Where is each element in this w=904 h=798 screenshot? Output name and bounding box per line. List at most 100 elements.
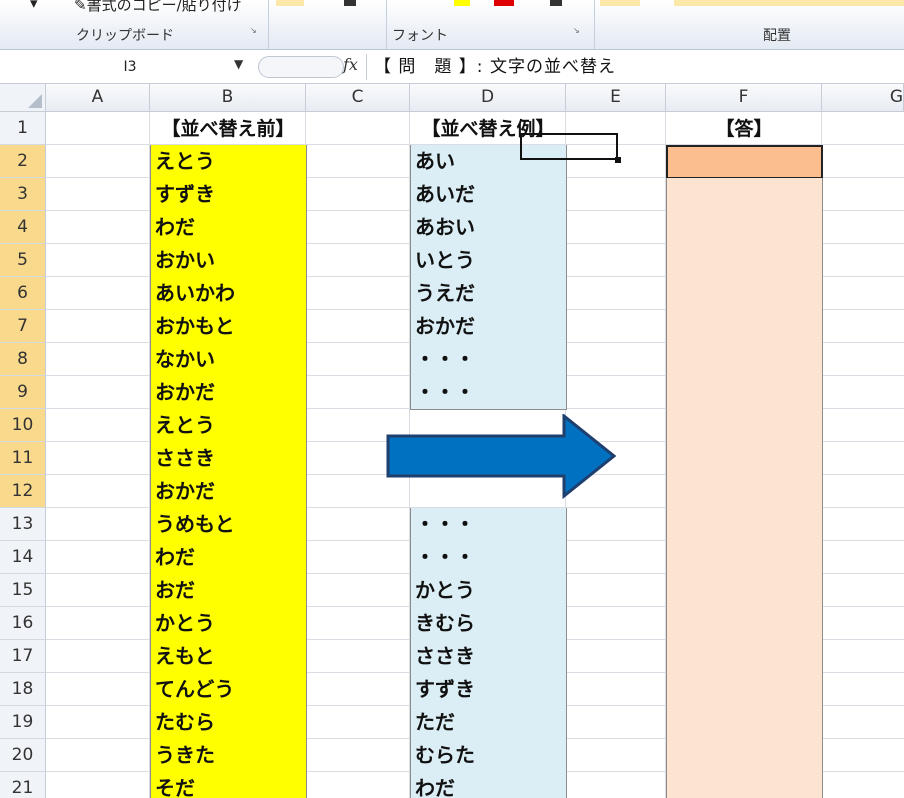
right-arrow-shape[interactable]: [386, 414, 618, 500]
clipboard-launcher-icon[interactable]: ↘: [250, 27, 259, 36]
cell-d19[interactable]: ただ: [410, 706, 567, 740]
cell-b19[interactable]: たむら: [150, 706, 307, 740]
row-header-20[interactable]: 20: [0, 739, 46, 772]
cell-b13[interactable]: うめもと: [150, 508, 307, 542]
cell-b17[interactable]: えもと: [150, 640, 307, 674]
row-header-12[interactable]: 12: [0, 475, 46, 508]
formula-input[interactable]: 【 問 題 】: 文字の並べ替え: [374, 55, 616, 79]
bold-button-stub[interactable]: [344, 0, 356, 6]
column-header-b[interactable]: B: [150, 84, 306, 112]
cell-f6[interactable]: [666, 277, 823, 311]
dropdown-arrow-icon[interactable]: ▾: [30, 0, 38, 12]
header-answer[interactable]: 【答】: [666, 114, 822, 141]
select-all-corner[interactable]: [0, 84, 46, 112]
cell-d6[interactable]: うえだ: [410, 277, 567, 311]
cell-f8[interactable]: [666, 343, 823, 377]
cell-f9[interactable]: [666, 376, 823, 410]
cell-b15[interactable]: おだ: [150, 574, 307, 608]
cell-f19[interactable]: [666, 706, 823, 740]
cell-b5[interactable]: おかい: [150, 244, 307, 278]
cell-f17[interactable]: [666, 640, 823, 674]
row-header-14[interactable]: 14: [0, 541, 46, 574]
cell-b2[interactable]: えとう: [150, 145, 307, 179]
cell-b12[interactable]: おかだ: [150, 475, 307, 509]
cell-b3[interactable]: すずき: [150, 178, 307, 212]
name-box-dropdown-icon[interactable]: ▼: [234, 57, 243, 71]
row-header-1[interactable]: 1: [0, 112, 46, 145]
column-header-e[interactable]: E: [566, 84, 666, 112]
cell-f3[interactable]: [666, 178, 823, 212]
column-header-a[interactable]: A: [46, 84, 150, 112]
row-header-7[interactable]: 7: [0, 310, 46, 343]
cell-d16[interactable]: きむら: [410, 607, 567, 641]
cell-f15[interactable]: [666, 574, 823, 608]
cell-d3[interactable]: あいだ: [410, 178, 567, 212]
column-header-d[interactable]: D: [410, 84, 566, 112]
row-header-13[interactable]: 13: [0, 508, 46, 541]
cell-f21[interactable]: [666, 772, 823, 798]
cell-f14[interactable]: [666, 541, 823, 575]
cell-f2[interactable]: [666, 145, 823, 179]
name-box[interactable]: I3: [4, 55, 256, 79]
cell-b21[interactable]: そだ: [150, 772, 307, 798]
cell-b6[interactable]: あいかわ: [150, 277, 307, 311]
cell-f16[interactable]: [666, 607, 823, 641]
row-header-17[interactable]: 17: [0, 640, 46, 673]
cell-f20[interactable]: [666, 739, 823, 773]
cell-b20[interactable]: うきた: [150, 739, 307, 773]
row-header-10[interactable]: 10: [0, 409, 46, 442]
cell-f5[interactable]: [666, 244, 823, 278]
row-header-2[interactable]: 2: [0, 145, 46, 178]
cell-d14[interactable]: ・・・: [410, 541, 567, 575]
row-header-19[interactable]: 19: [0, 706, 46, 739]
row-header-16[interactable]: 16: [0, 607, 46, 640]
row-header-3[interactable]: 3: [0, 178, 46, 211]
cell-b4[interactable]: わだ: [150, 211, 307, 245]
cell-b7[interactable]: おかもと: [150, 310, 307, 344]
column-header-f[interactable]: F: [666, 84, 822, 112]
cell-f4[interactable]: [666, 211, 823, 245]
cell-f13[interactable]: [666, 508, 823, 542]
cell-f10[interactable]: [666, 409, 823, 443]
row-header-8[interactable]: 8: [0, 343, 46, 376]
merge-center-button-stub[interactable]: [674, 0, 904, 6]
cell-d17[interactable]: ささき: [410, 640, 567, 674]
align-button-stub[interactable]: [600, 0, 640, 6]
cell-d15[interactable]: かとう: [410, 574, 567, 608]
cell-f11[interactable]: [666, 442, 823, 476]
row-header-15[interactable]: 15: [0, 574, 46, 607]
fill-handle[interactable]: [615, 157, 621, 163]
cell-f12[interactable]: [666, 475, 823, 509]
cell-b10[interactable]: えとう: [150, 409, 307, 443]
function-icon[interactable]: fx: [343, 55, 358, 74]
row-header-9[interactable]: 9: [0, 376, 46, 409]
cell-d9[interactable]: ・・・: [410, 376, 567, 410]
column-header-c[interactable]: C: [306, 84, 410, 112]
font-color-icon[interactable]: [494, 0, 514, 6]
row-header-18[interactable]: 18: [0, 673, 46, 706]
cell-f18[interactable]: [666, 673, 823, 707]
cell-b9[interactable]: おかだ: [150, 376, 307, 410]
header-before-sort[interactable]: 【並べ替え前】: [150, 114, 306, 141]
font-launcher-icon[interactable]: ↘: [573, 27, 582, 36]
font-button-stub[interactable]: [276, 0, 304, 6]
highlight-color-icon[interactable]: [454, 0, 470, 6]
cell-b16[interactable]: かとう: [150, 607, 307, 641]
cell-d18[interactable]: すずき: [410, 673, 567, 707]
cell-b18[interactable]: てんどう: [150, 673, 307, 707]
row-header-4[interactable]: 4: [0, 211, 46, 244]
cell-d8[interactable]: ・・・: [410, 343, 567, 377]
worksheet-grid[interactable]: A B C D E F G 1 2 3 4 5 6 7 8 9 10 11 12 13 14 15 16 17 1…: [0, 84, 904, 798]
selection-rectangle[interactable]: [520, 133, 618, 160]
cell-b8[interactable]: なかい: [150, 343, 307, 377]
cell-d4[interactable]: あおい: [410, 211, 567, 245]
cell-d7[interactable]: おかだ: [410, 310, 567, 344]
row-header-21[interactable]: 21: [0, 772, 46, 798]
formula-bar-handle[interactable]: [258, 56, 344, 78]
column-header-g[interactable]: G: [822, 84, 904, 112]
ribbon-button-stub[interactable]: [550, 0, 562, 6]
cell-d13[interactable]: ・・・: [410, 508, 567, 542]
cell-f7[interactable]: [666, 310, 823, 344]
cell-b11[interactable]: ささき: [150, 442, 307, 476]
cell-b14[interactable]: わだ: [150, 541, 307, 575]
